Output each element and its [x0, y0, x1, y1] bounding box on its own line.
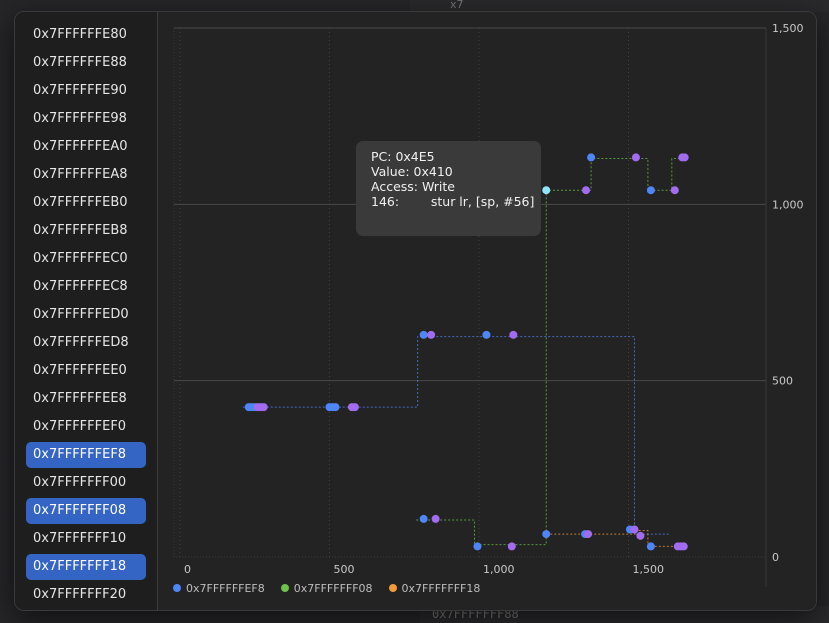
data-point	[419, 514, 428, 523]
address-item[interactable]: 0x7FFFFFFEF0	[26, 414, 146, 440]
data-point	[670, 186, 679, 195]
chart-panel: 0 500 1,000 1,500 0 500 1,000 1,500	[158, 12, 816, 610]
data-point	[542, 186, 551, 195]
x-tick-label: 1,500	[632, 563, 664, 576]
address-item[interactable]: 0x7FFFFFFF18	[26, 554, 146, 580]
address-item[interactable]: 0x7FFFFFFEF8	[26, 442, 146, 468]
legend-dot-icon	[388, 584, 397, 592]
y-tick-label: 1,000	[772, 198, 804, 211]
data-point	[507, 542, 516, 551]
y-tick-label: 500	[772, 375, 793, 388]
address-item[interactable]: 0x7FFFFFFEE8	[26, 386, 146, 412]
data-point	[509, 330, 518, 339]
data-point	[679, 542, 688, 551]
data-point	[587, 153, 596, 162]
data-point	[630, 525, 639, 534]
legend-item: 0x7FFFFFFF18	[388, 580, 481, 596]
plot-frame	[173, 27, 767, 558]
data-point	[431, 514, 440, 523]
address-item[interactable]: 0x7FFFFFFEB8	[26, 218, 146, 244]
data-point	[582, 186, 591, 195]
address-item[interactable]: 0x7FFFFFFF08	[26, 498, 146, 524]
data-point	[482, 330, 491, 339]
x-tick-label: 1,000	[483, 563, 515, 576]
memory-access-window: 0x7FFFFFFE80 0x7FFFFFFE88 0x7FFFFFFE90 0x7F…	[14, 11, 817, 611]
tooltip-pc: PC: 0x4E5	[371, 149, 435, 164]
data-point	[350, 403, 359, 412]
x-tick-label: 0	[184, 563, 191, 576]
address-item[interactable]: 0x7FFFFFFEA8	[26, 162, 146, 188]
series-line	[546, 530, 684, 547]
data-point	[646, 186, 655, 195]
legend-item: 0x7FFFFFFEF8	[173, 580, 265, 596]
data-point	[680, 153, 689, 162]
data-point	[631, 153, 640, 162]
address-item[interactable]: 0x7FFFFFFEC8	[26, 274, 146, 300]
address-item[interactable]: 0x7FFFFFFEB0	[26, 190, 146, 216]
address-item[interactable]: 0x7FFFFFFE90	[26, 78, 146, 104]
chart-legend: 0x7FFFFFFEF8 0x7FFFFFFF08 0x7FFFFFFF18	[173, 580, 480, 596]
tooltip-access: Access: Write	[371, 179, 455, 194]
legend-item: 0x7FFFFFFF08	[280, 580, 373, 596]
x-tick-label: 500	[333, 563, 354, 576]
data-point	[542, 530, 551, 539]
address-item[interactable]: 0x7FFFFFFE98	[26, 106, 146, 132]
data-point	[259, 403, 268, 412]
legend-dot-icon	[280, 584, 289, 592]
series-line	[242, 336, 671, 535]
chart-grid	[173, 27, 767, 558]
address-item[interactable]: 0x7FFFFFFE80	[26, 22, 146, 48]
y-tick-label: 0	[772, 551, 779, 564]
address-item[interactable]: 0x7FFFFFFF10	[26, 526, 146, 552]
address-item[interactable]: 0x7FFFFFFED0	[26, 302, 146, 328]
data-point	[473, 542, 482, 551]
data-point	[427, 330, 436, 339]
data-point	[636, 531, 645, 540]
address-item[interactable]: 0x7FFFFFFED8	[26, 330, 146, 356]
data-point	[584, 530, 593, 539]
memory-access-chart[interactable]: 0 500 1,000 1,500 0 500 1,000 1,500	[158, 12, 816, 610]
access-tooltip: PC: 0x4E5 Value: 0x410 Access: Write 146…	[356, 141, 541, 236]
background-header-text: x7	[450, 0, 464, 11]
chart-axes: 0 500 1,000 1,500 0 500 1,000 1,500	[184, 22, 804, 587]
legend-dot-icon	[173, 584, 181, 592]
legend-label: 0x7FFFFFFF08	[293, 581, 373, 595]
tooltip-instruction: 146: stur lr, [sp, #56]	[371, 194, 535, 209]
legend-label: 0x7FFFFFFF18	[401, 581, 481, 595]
address-item[interactable]: 0x7FFFFFFF00	[26, 470, 146, 496]
data-point	[331, 403, 340, 412]
address-item[interactable]: 0x7FFFFFFF20	[26, 582, 146, 608]
address-item[interactable]: 0x7FFFFFFEA0	[26, 134, 146, 160]
legend-label: 0x7FFFFFFEF8	[186, 581, 265, 595]
y-tick-label: 1,500	[772, 22, 804, 35]
address-item[interactable]: 0x7FFFFFFEC0	[26, 246, 146, 272]
address-item[interactable]: 0x7FFFFFFE88	[26, 50, 146, 76]
tooltip-value: Value: 0x410	[371, 164, 453, 179]
address-item[interactable]: 0x7FFFFFFEE0	[26, 358, 146, 384]
address-list[interactable]: 0x7FFFFFFE80 0x7FFFFFFE88 0x7FFFFFFE90 0x7F…	[15, 12, 158, 610]
data-point	[419, 330, 428, 339]
data-point	[646, 542, 655, 551]
